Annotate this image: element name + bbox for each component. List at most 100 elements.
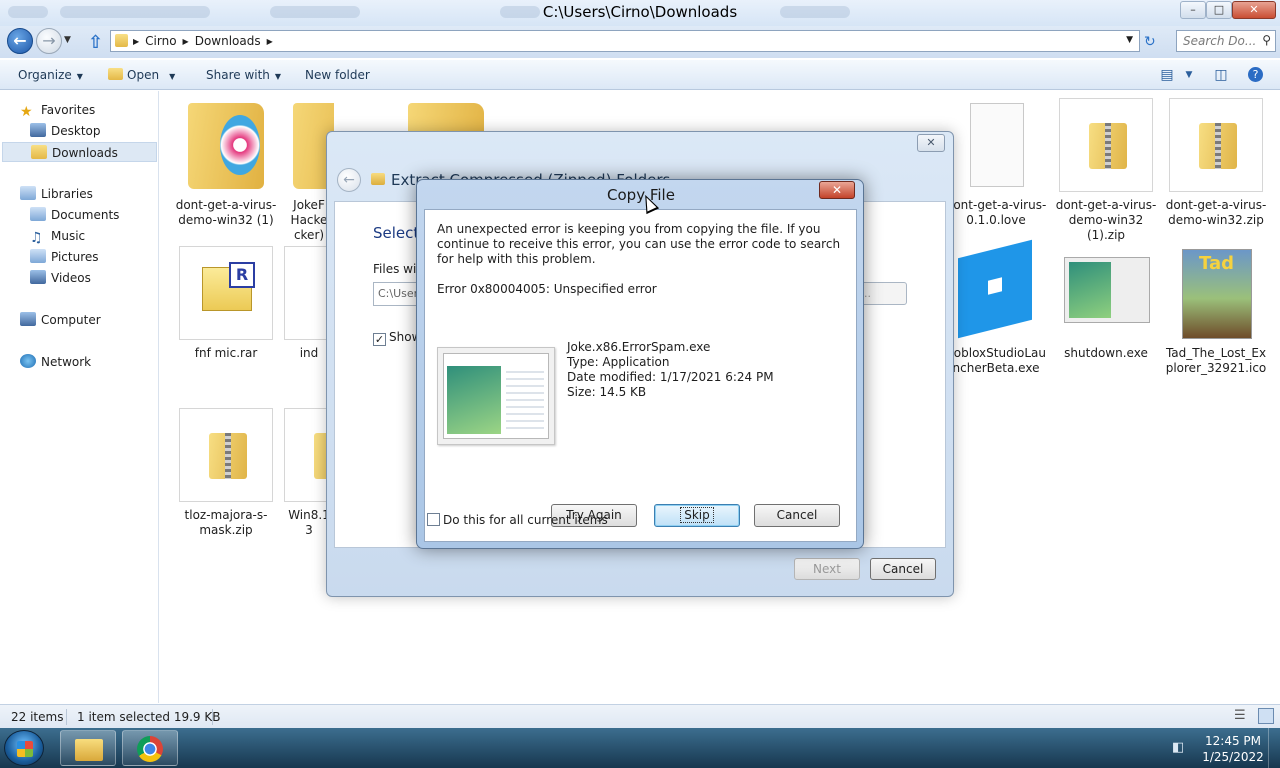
music-icon: ♫ [30,230,43,246]
roblox-icon [949,239,1043,340]
large-icons-view-icon[interactable] [1258,708,1274,724]
next-button[interactable]: Next [794,558,860,580]
nav-item-downloads[interactable]: Downloads [2,142,157,162]
close-icon[interactable]: ✕ [819,181,855,199]
show-files-checkbox[interactable]: ✓ Show [373,330,421,346]
file-item[interactable]: dont-get-a-virus-demo-win32 (1).zip [1054,98,1158,243]
navigation-pane: ★ Favorites Desktop Downloads Libraries D… [0,91,159,703]
skip-button[interactable]: Skip [654,504,740,527]
taskbar-explorer-icon[interactable] [60,730,116,766]
file-item[interactable]: RobloxStudioLauncherBeta.exe [944,239,1048,376]
checkmark-icon: ✓ [373,333,386,346]
nav-label: Network [41,355,92,369]
do-for-all-checkbox[interactable]: Do this for all current items [427,513,608,527]
nav-item-network[interactable]: Network [20,352,91,372]
close-window-button[interactable]: ✕ [1232,1,1276,19]
file-label: dont-get-a-virus-demo-win32 (1) [175,198,277,227]
nav-label: Desktop [51,124,101,138]
file-label: shutdown.exe [1064,346,1148,360]
pictures-icon [30,249,46,263]
nav-item-documents[interactable]: Documents [30,205,119,225]
breadcrumb-separator-icon[interactable]: ▶ [267,34,273,48]
taskbar-chrome-icon[interactable] [122,730,178,766]
cancel-button[interactable]: Cancel [870,558,936,580]
rar-icon: R [179,246,273,340]
help-icon[interactable]: ? [1248,67,1263,82]
nav-label: Computer [41,313,101,327]
star-icon: ★ [20,104,33,120]
file-modified: Date modified: 1/17/2021 6:24 PM [567,370,774,384]
nav-item-libraries[interactable]: Libraries [20,184,93,204]
open-label: Open [127,68,160,82]
file-item[interactable]: dont-get-a-virus-0.1.0.love [944,98,1048,228]
divider [212,709,213,725]
file-label: fnf mic.rar [194,346,258,360]
change-view-icon[interactable]: ▤ [1158,67,1176,83]
file-item[interactable]: tloz-majora-s-mask.zip [174,408,278,538]
breadcrumb-item-cirno[interactable]: Cirno [145,34,176,48]
search-placeholder: Search Do... [1183,34,1257,48]
nav-item-computer[interactable]: Computer [20,310,101,330]
nav-item-videos[interactable]: Videos [30,268,91,288]
cancel-button[interactable]: Cancel [754,504,840,527]
share-with-button[interactable]: Share with ▼ [206,68,281,82]
clock-time: 12:45 PM [1205,734,1261,748]
address-bar[interactable]: ▶ Cirno ▶ Downloads ▶ ▼ [110,30,1140,52]
show-desktop-button[interactable] [1268,728,1280,768]
checkbox-box[interactable] [427,513,440,526]
nav-item-favorites[interactable]: ★ Favorites [20,100,95,120]
nav-label: Downloads [52,146,118,160]
nav-item-music[interactable]: ♫ Music [30,226,85,246]
breadcrumb: ▶ Cirno ▶ Downloads ▶ [133,34,273,48]
refresh-icon[interactable]: ↻ [1144,34,1156,50]
chevron-down-icon: ▼ [274,72,282,81]
file-label: dont-get-a-virus-demo-win32 (1).zip [1055,198,1157,242]
new-folder-button[interactable]: New folder [305,68,370,82]
recent-pages-dropdown-icon[interactable]: ▼ [64,35,71,45]
search-input[interactable]: Search Do... ⚲ [1176,30,1276,52]
open-button[interactable]: Open ▼ [108,68,175,82]
preview-pane-icon[interactable]: ◫ [1212,67,1230,83]
file-item[interactable]: dont-get-a-virus-demo-win32 (1) [174,98,278,228]
details-view-icon[interactable]: ☰ [1234,708,1246,723]
forward-arrow-icon[interactable]: → [36,28,62,54]
view-options-dropdown-icon[interactable]: ▼ [1180,70,1198,86]
zip-folder-icon [371,173,385,185]
search-icon: ⚲ [1262,33,1271,47]
wizard-heading: Select [373,224,420,242]
close-icon[interactable]: ✕ [917,134,945,152]
file-item[interactable]: R fnf mic.rar [174,246,278,361]
up-arrow-icon[interactable]: ⇧ [88,32,103,53]
item-count: 22 items [11,710,64,724]
network-tray-icon[interactable]: ◧ [1172,740,1184,755]
movie-poster-icon: Tad [1169,246,1263,340]
nav-item-pictures[interactable]: Pictures [30,247,99,267]
library-icon [20,186,36,200]
nav-item-desktop[interactable]: Desktop [30,121,101,141]
file-label: RobloxStudioLauncherBeta.exe [945,346,1047,375]
breadcrumb-item-downloads[interactable]: Downloads [195,34,261,48]
zip-icon [1169,98,1263,192]
file-item[interactable]: dont-get-a-virus-demo-win32.zip [1164,98,1268,228]
back-arrow-icon[interactable]: ← [7,28,33,54]
command-bar: Organize ▼ Open ▼ Share with ▼ New folder ▤… [0,60,1280,90]
folder-icon [108,68,123,80]
back-arrow-icon[interactable]: ← [337,168,361,192]
selection-info: 1 item selected 19.9 KB [77,710,221,724]
start-button[interactable] [4,730,44,766]
clock[interactable]: 12:45 PM 1/25/2022 [1196,733,1270,765]
breadcrumb-separator-icon[interactable]: ▶ [183,34,189,48]
file-item[interactable]: shutdown.exe [1054,246,1158,361]
skip-label: Skip [680,507,714,523]
breadcrumb-separator-icon[interactable]: ▶ [133,34,139,48]
documents-icon [30,207,46,221]
window-title-bar: C:\Users\Cirno\Downloads – □ ✕ [0,0,1280,26]
file-item[interactable]: Tad Tad_The_Lost_Explorer_32921.ico [1164,246,1268,376]
maximize-button[interactable]: □ [1206,1,1232,19]
zip-icon [179,408,273,502]
file-label: tloz-majora-s-mask.zip [184,508,268,537]
nav-label: Documents [51,208,120,222]
address-dropdown-icon[interactable]: ▼ [1126,35,1133,45]
minimize-button[interactable]: – [1180,1,1206,19]
organize-button[interactable]: Organize ▼ [18,68,83,82]
